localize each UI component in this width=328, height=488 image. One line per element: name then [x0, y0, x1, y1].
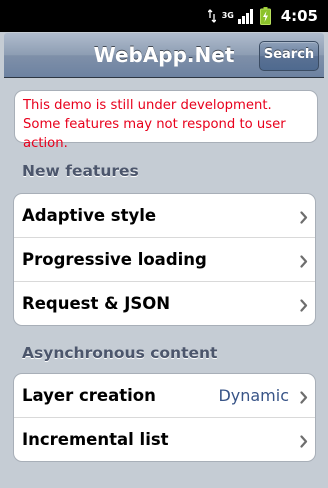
list-item-label: Adaptive style: [22, 206, 157, 225]
network-type-label: 3G: [221, 11, 234, 20]
chevron-right-icon: [300, 389, 308, 408]
list-item-label: Progressive loading: [22, 250, 207, 269]
list-item-value: Dynamic: [218, 386, 289, 405]
network-3g-icon: 3G: [221, 11, 234, 20]
chevron-right-icon: [300, 253, 308, 272]
data-transfer-icon: [207, 9, 216, 23]
list-item-label: Layer creation: [22, 386, 156, 405]
list-item-label: Request & JSON: [22, 294, 171, 313]
app-screen: WebApp.Net Search This demo is still und…: [4, 33, 324, 488]
title-bar: WebApp.Net Search: [4, 33, 324, 78]
list-group-asynchronous-content: Layer creation Dynamic Incremental list: [13, 373, 316, 462]
list-item-progressive-loading[interactable]: Progressive loading: [14, 237, 315, 281]
section-title-asynchronous-content: Asynchronous content: [22, 344, 218, 362]
status-icons: 3G 4:05: [207, 0, 318, 32]
list-item-label: Incremental list: [22, 430, 169, 449]
list-group-new-features: Adaptive style Progressive loading Reque…: [13, 193, 316, 326]
chevron-right-icon: [300, 297, 308, 316]
development-notice: This demo is still under development. So…: [14, 90, 318, 151]
signal-icon: [237, 8, 254, 24]
status-bar: 3G 4:05: [0, 0, 328, 32]
list-item-layer-creation[interactable]: Layer creation Dynamic: [14, 374, 315, 417]
battery-charging-icon: [259, 7, 271, 25]
chevron-right-icon: [300, 209, 308, 228]
section-title-new-features: New features: [22, 162, 139, 180]
chevron-right-icon: [300, 433, 308, 452]
list-item-incremental-list[interactable]: Incremental list: [14, 417, 315, 461]
search-button[interactable]: Search: [259, 41, 319, 71]
status-clock: 4:05: [280, 7, 318, 25]
list-item-request-json[interactable]: Request & JSON: [14, 281, 315, 325]
list-item-adaptive-style[interactable]: Adaptive style: [14, 194, 315, 237]
